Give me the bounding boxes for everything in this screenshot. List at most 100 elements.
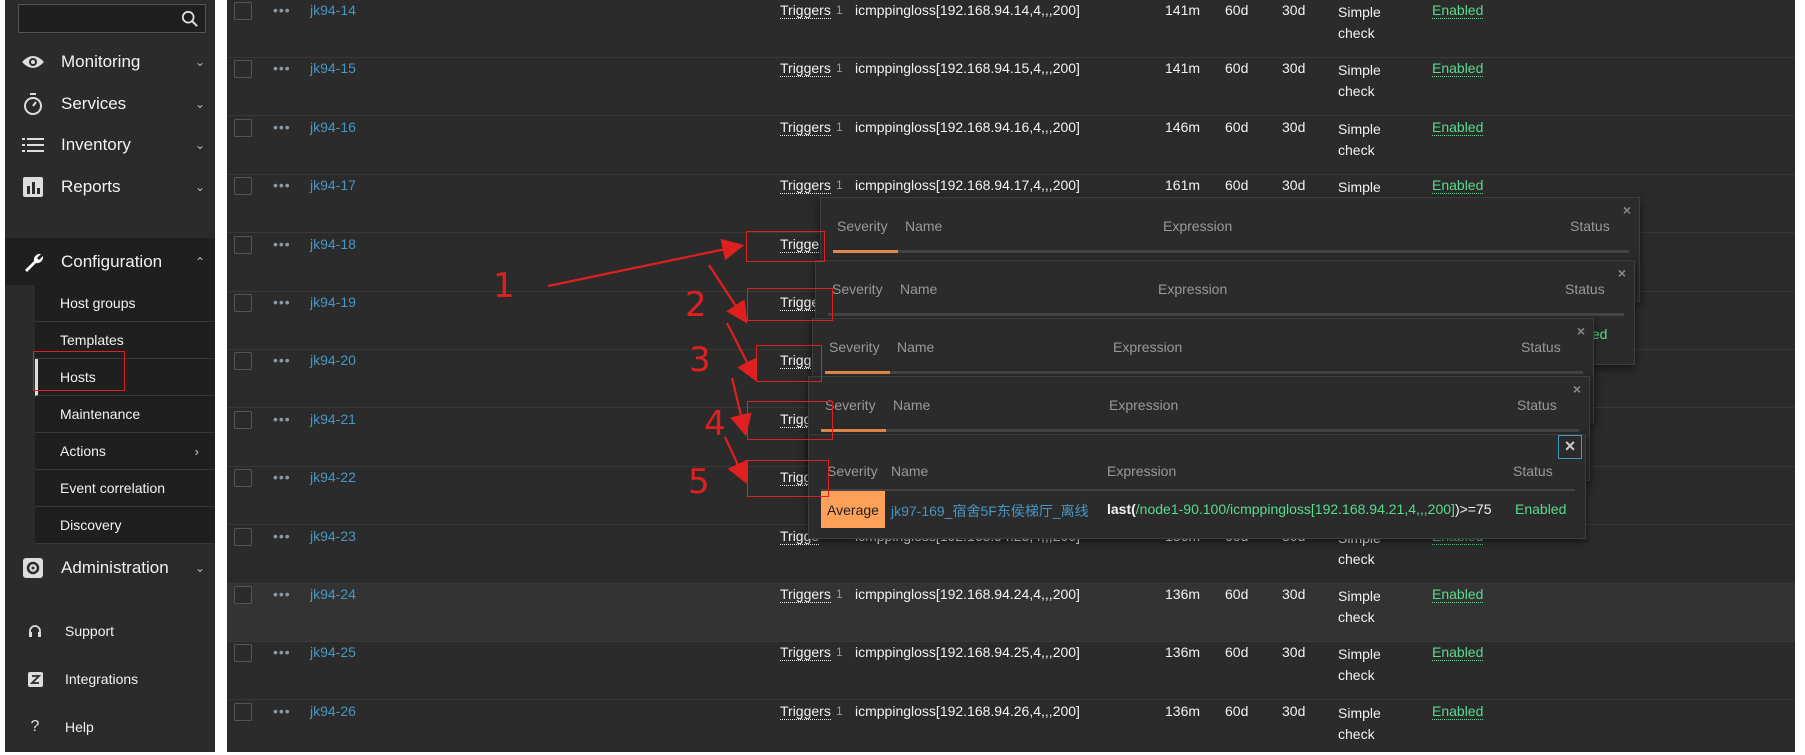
host-link[interactable]: jk94-26 — [310, 703, 356, 719]
row-checkbox[interactable] — [234, 60, 252, 79]
status-link[interactable]: Enabled — [1432, 119, 1484, 136]
search-icon[interactable] — [181, 10, 199, 28]
severity-bar — [825, 371, 890, 374]
more-actions-icon[interactable]: ••• — [273, 469, 291, 485]
status-link[interactable]: Enabled — [1432, 586, 1484, 603]
item-key: icmppingloss[192.168.94.14,4,,,200] — [855, 2, 1080, 18]
menu-administration[interactable]: Administration ⌄ — [5, 544, 215, 592]
menu-configuration[interactable]: Configuration ⌃ — [5, 238, 215, 286]
row-checkbox[interactable] — [234, 702, 252, 721]
menu-label: Administration — [61, 558, 169, 577]
col-expression: Expression — [1113, 339, 1183, 355]
trends: 30d — [1282, 60, 1306, 77]
host-link[interactable]: jk94-14 — [310, 2, 356, 18]
row-checkbox[interactable] — [234, 235, 252, 254]
header-divider — [833, 250, 1629, 253]
row-checkbox[interactable] — [234, 118, 252, 137]
expr-item-key[interactable]: /node1-90.100/icmppingloss[192.168.94.21… — [1136, 501, 1455, 517]
more-actions-icon[interactable]: ••• — [273, 294, 291, 310]
more-actions-icon[interactable]: ••• — [273, 644, 291, 660]
more-actions-icon[interactable]: ••• — [273, 2, 291, 18]
status-link[interactable]: Enabled — [1432, 703, 1484, 720]
row-checkbox[interactable] — [234, 527, 252, 546]
host-link[interactable]: jk94-18 — [310, 236, 356, 252]
expr-function: last( — [1107, 501, 1136, 517]
more-actions-icon[interactable]: ••• — [273, 586, 291, 602]
row-checkbox[interactable] — [234, 177, 252, 196]
close-icon[interactable]: × — [1573, 381, 1581, 397]
host-link[interactable]: jk94-23 — [310, 528, 356, 544]
host-link[interactable]: jk94-15 — [310, 60, 356, 76]
close-icon[interactable]: × — [1623, 202, 1631, 218]
submenu-discovery[interactable]: Discovery — [35, 507, 215, 544]
trends: 30d — [1282, 586, 1306, 602]
host-link[interactable]: jk94-20 — [310, 352, 356, 368]
triggers-link[interactable]: Triggers — [780, 60, 831, 78]
annotation-number-1: 1 — [493, 266, 515, 306]
triggers-count: 1 — [836, 178, 843, 193]
menu-label: Inventory — [61, 135, 131, 154]
submenu-maintenance[interactable]: Maintenance — [35, 396, 215, 433]
triggers-link[interactable]: Triggers — [780, 2, 831, 19]
row-checkbox[interactable] — [234, 586, 252, 604]
row-checkbox[interactable] — [234, 410, 252, 429]
menu-label: Support — [65, 623, 115, 639]
more-actions-icon[interactable]: ••• — [273, 177, 291, 193]
menu-help[interactable]: ? Help — [5, 703, 215, 751]
triggers-link[interactable]: Triggers — [780, 703, 831, 720]
triggers-link[interactable]: Triggers — [780, 586, 831, 603]
col-status: Status — [1513, 463, 1553, 479]
chevron-up-icon: ⌃ — [194, 255, 206, 269]
row-checkbox[interactable] — [234, 294, 252, 312]
menu-inventory[interactable]: Inventory ⌄ — [5, 121, 215, 169]
menu-integrations[interactable]: Integrations — [5, 655, 215, 703]
triggers-link[interactable]: Triggers — [780, 177, 831, 195]
status-link[interactable]: Enabled — [1432, 60, 1484, 78]
more-actions-icon[interactable]: ••• — [273, 528, 291, 544]
item-key: icmppingloss[192.168.94.17,4,,,200] — [855, 177, 1080, 194]
triggers-link[interactable]: Triggers — [780, 644, 831, 662]
search-input[interactable] — [18, 4, 206, 33]
host-link[interactable]: jk94-17 — [310, 177, 356, 193]
host-link[interactable]: jk94-19 — [310, 294, 356, 310]
menu-monitoring[interactable]: Monitoring ⌄ — [5, 38, 215, 86]
item-key: icmppingloss[192.168.94.26,4,,,200] — [855, 702, 1080, 719]
submenu-host-groups[interactable]: Host groups — [35, 285, 215, 322]
history: 60d — [1225, 60, 1249, 77]
col-name: Name — [900, 281, 938, 297]
col-expression: Expression — [1109, 397, 1179, 413]
trigger-name-link[interactable]: jk97-169_宿舍5F东侯梯厅_离线 — [891, 501, 1089, 521]
close-icon[interactable]: × — [1618, 265, 1626, 281]
more-actions-icon[interactable]: ••• — [273, 411, 291, 427]
row-checkbox[interactable] — [234, 2, 252, 20]
status-link[interactable]: Enabled — [1432, 2, 1484, 19]
host-link[interactable]: jk94-21 — [310, 411, 356, 427]
row-checkbox[interactable] — [234, 352, 252, 371]
close-icon[interactable]: × — [1577, 323, 1585, 339]
more-actions-icon[interactable]: ••• — [273, 352, 291, 368]
more-actions-icon[interactable]: ••• — [273, 703, 291, 719]
menu-support[interactable]: Support — [5, 607, 215, 655]
item-key: icmppingloss[192.168.94.25,4,,,200] — [855, 644, 1080, 661]
update-interval: 141m — [1165, 2, 1201, 18]
triggers-link[interactable]: Triggers — [780, 119, 831, 136]
question-icon: ? — [30, 718, 40, 735]
row-checkbox[interactable] — [234, 469, 252, 488]
host-link[interactable]: jk94-25 — [310, 644, 356, 660]
status-link[interactable]: Enabled — [1432, 644, 1484, 662]
status-link[interactable]: Enabled — [1432, 177, 1484, 195]
host-link[interactable]: jk94-24 — [310, 586, 356, 602]
trends: 30d — [1282, 177, 1306, 194]
close-button[interactable]: × — [1558, 435, 1582, 459]
submenu-event-correlation[interactable]: Event correlation — [35, 470, 215, 507]
submenu-actions[interactable]: Actions › — [35, 433, 215, 470]
host-link[interactable]: jk94-16 — [310, 119, 356, 135]
menu-reports[interactable]: Reports ⌄ — [5, 163, 215, 211]
more-actions-icon[interactable]: ••• — [273, 60, 291, 76]
more-actions-icon[interactable]: ••• — [273, 119, 291, 135]
more-actions-icon[interactable]: ••• — [273, 236, 291, 252]
gear-icon — [5, 557, 61, 579]
annotation-number-4: 4 — [704, 404, 726, 444]
row-checkbox[interactable] — [234, 644, 252, 663]
host-link[interactable]: jk94-22 — [310, 469, 356, 485]
